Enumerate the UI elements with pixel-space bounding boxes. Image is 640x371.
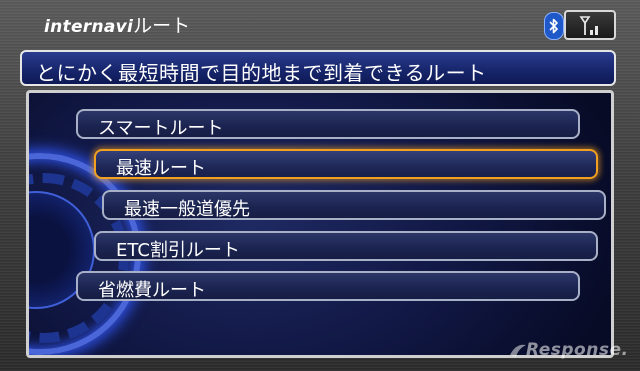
banner-text: とにかく最短時間で目的地まで到着できるルート xyxy=(36,61,487,85)
menu-item-label: ETC割引ルート xyxy=(116,240,240,261)
status-area xyxy=(544,10,616,40)
menu-item-etc-discount-route[interactable]: ETC割引ルート xyxy=(94,231,598,261)
menu-item-fastest-general-road[interactable]: 最速一般道優先 xyxy=(102,190,606,220)
screen-title: internaviルート xyxy=(44,11,190,38)
signal-antenna-icon xyxy=(564,10,616,40)
brand-label: internavi xyxy=(44,17,134,37)
menu-item-fuel-saving-route[interactable]: 省燃費ルート xyxy=(76,271,580,301)
menu-item-label: 最速一般道優先 xyxy=(124,199,250,220)
menu-item-label: 省燃費ルート xyxy=(98,280,206,301)
menu-item-smart-route[interactable]: スマートルート xyxy=(76,109,580,139)
menu-item-fastest-route[interactable]: 最速ルート xyxy=(94,149,598,179)
menu-item-label: スマートルート xyxy=(98,118,224,139)
watermark-text: Response. xyxy=(526,340,629,360)
watermark: Response. xyxy=(508,338,634,362)
menu-item-label: 最速ルート xyxy=(116,158,206,179)
watermark-logo-icon xyxy=(510,344,526,357)
bluetooth-icon xyxy=(544,12,564,40)
route-description-banner: とにかく最短時間で目的地まで到着できるルート xyxy=(20,50,616,86)
title-bar: internaviルート xyxy=(0,0,640,48)
title-label: ルート xyxy=(133,15,191,37)
